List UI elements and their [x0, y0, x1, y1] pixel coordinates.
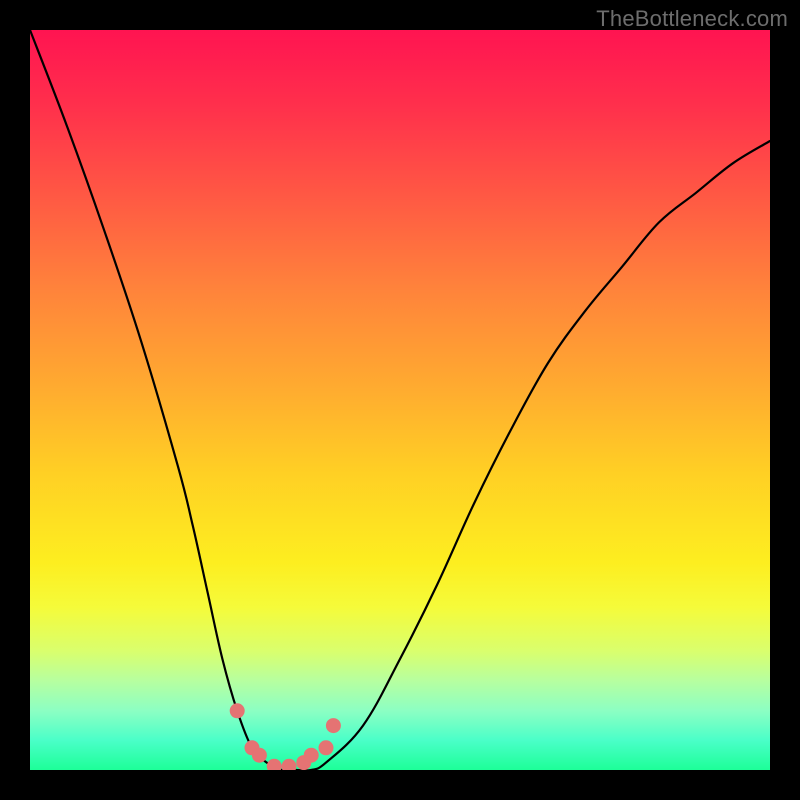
marker-point	[304, 748, 319, 763]
curve-path	[30, 30, 770, 770]
marker-point	[252, 748, 267, 763]
bottleneck-curve	[30, 30, 770, 770]
marker-point	[230, 703, 245, 718]
marker-point	[319, 740, 334, 755]
chart-frame: TheBottleneck.com	[0, 0, 800, 800]
marker-point	[267, 759, 282, 770]
plot-area	[30, 30, 770, 770]
chart-svg	[30, 30, 770, 770]
marker-point	[282, 759, 297, 770]
watermark-text: TheBottleneck.com	[596, 6, 788, 32]
marker-point	[326, 718, 341, 733]
